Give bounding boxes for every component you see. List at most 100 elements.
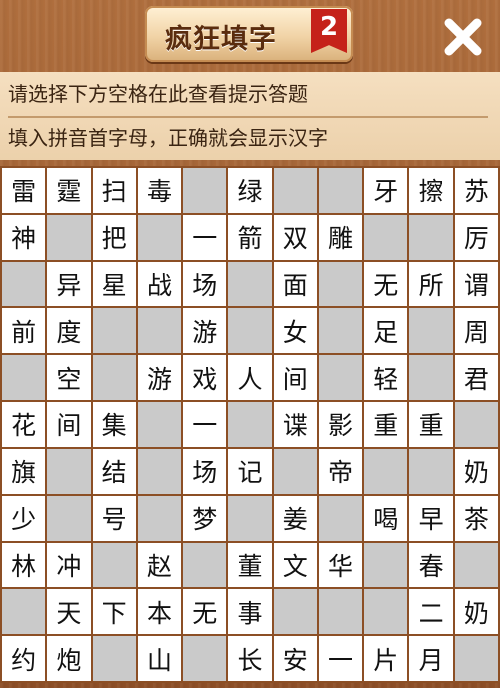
grid-cell[interactable]: 结 — [92, 448, 136, 494]
blank-cell[interactable] — [228, 402, 272, 447]
grid-cell[interactable]: 花 — [2, 402, 46, 447]
grid-cell[interactable]: 二 — [409, 589, 453, 635]
grid-cell[interactable]: 场 — [183, 448, 227, 494]
grid-cell[interactable]: 赵 — [137, 542, 182, 588]
grid-cell[interactable]: 事 — [228, 589, 272, 635]
blank-cell[interactable] — [92, 308, 136, 354]
grid-cell[interactable]: 奶 — [454, 589, 498, 635]
grid-cell[interactable]: 帝 — [318, 448, 363, 494]
blank-cell[interactable] — [183, 636, 227, 681]
grid-cell[interactable]: 人 — [228, 355, 272, 401]
grid-cell[interactable]: 霆 — [47, 168, 91, 213]
blank-cell[interactable] — [409, 214, 453, 260]
grid-cell[interactable]: 长 — [228, 636, 272, 681]
blank-cell[interactable] — [318, 261, 363, 307]
blank-cell[interactable] — [228, 261, 272, 307]
grid-cell[interactable]: 君 — [454, 355, 498, 401]
grid-cell[interactable]: 集 — [92, 402, 136, 447]
blank-cell[interactable] — [92, 542, 136, 588]
blank-cell[interactable] — [409, 308, 453, 354]
grid-cell[interactable]: 谍 — [273, 402, 317, 447]
grid-cell[interactable]: 把 — [92, 214, 136, 260]
grid-cell[interactable]: 间 — [273, 355, 317, 401]
grid-cell[interactable]: 下 — [92, 589, 136, 635]
grid-cell[interactable]: 一 — [318, 636, 363, 681]
grid-cell[interactable]: 文 — [273, 542, 317, 588]
blank-cell[interactable] — [454, 542, 498, 588]
blank-cell[interactable] — [364, 448, 408, 494]
blank-cell[interactable] — [364, 214, 408, 260]
grid-cell[interactable]: 喝 — [364, 495, 408, 541]
grid-cell[interactable]: 战 — [137, 261, 182, 307]
blank-cell[interactable] — [409, 355, 453, 401]
grid-cell[interactable]: 安 — [273, 636, 317, 681]
blank-cell[interactable] — [228, 495, 272, 541]
grid-cell[interactable]: 异 — [47, 261, 91, 307]
grid-cell[interactable]: 扫 — [92, 168, 136, 213]
blank-cell[interactable] — [318, 308, 363, 354]
blank-cell[interactable] — [183, 168, 227, 213]
grid-cell[interactable]: 箭 — [228, 214, 272, 260]
close-button[interactable] — [440, 14, 486, 60]
grid-cell[interactable]: 姜 — [273, 495, 317, 541]
blank-cell[interactable] — [183, 542, 227, 588]
grid-cell[interactable]: 少 — [2, 495, 46, 541]
grid-cell[interactable]: 轻 — [364, 355, 408, 401]
blank-cell[interactable] — [273, 448, 317, 494]
grid-cell[interactable]: 双 — [273, 214, 317, 260]
grid-cell[interactable]: 厉 — [454, 214, 498, 260]
grid-cell[interactable]: 毒 — [137, 168, 182, 213]
blank-cell[interactable] — [92, 636, 136, 681]
blank-cell[interactable] — [2, 261, 46, 307]
grid-cell[interactable]: 重 — [409, 402, 453, 447]
blank-cell[interactable] — [273, 589, 317, 635]
grid-cell[interactable]: 苏 — [454, 168, 498, 213]
blank-cell[interactable] — [137, 495, 182, 541]
grid-cell[interactable]: 雷 — [2, 168, 46, 213]
grid-cell[interactable]: 茶 — [454, 495, 498, 541]
grid-cell[interactable]: 星 — [92, 261, 136, 307]
grid-cell[interactable]: 雕 — [318, 214, 363, 260]
blank-cell[interactable] — [454, 636, 498, 681]
grid-cell[interactable]: 奶 — [454, 448, 498, 494]
blank-cell[interactable] — [318, 495, 363, 541]
grid-cell[interactable]: 擦 — [409, 168, 453, 213]
grid-cell[interactable]: 绿 — [228, 168, 272, 213]
grid-cell[interactable]: 无 — [364, 261, 408, 307]
blank-cell[interactable] — [137, 308, 182, 354]
grid-cell[interactable]: 面 — [273, 261, 317, 307]
grid-cell[interactable]: 戏 — [183, 355, 227, 401]
grid-cell[interactable]: 无 — [183, 589, 227, 635]
grid-cell[interactable]: 炮 — [47, 636, 91, 681]
grid-cell[interactable]: 游 — [137, 355, 182, 401]
blank-cell[interactable] — [318, 589, 363, 635]
grid-cell[interactable]: 约 — [2, 636, 46, 681]
blank-cell[interactable] — [137, 402, 182, 447]
blank-cell[interactable] — [92, 355, 136, 401]
grid-cell[interactable]: 牙 — [364, 168, 408, 213]
blank-cell[interactable] — [364, 589, 408, 635]
grid-cell[interactable]: 林 — [2, 542, 46, 588]
grid-cell[interactable]: 冲 — [47, 542, 91, 588]
grid-cell[interactable]: 游 — [183, 308, 227, 354]
grid-cell[interactable]: 重 — [364, 402, 408, 447]
blank-cell[interactable] — [47, 214, 91, 260]
grid-cell[interactable]: 前 — [2, 308, 46, 354]
grid-cell[interactable]: 早 — [409, 495, 453, 541]
grid-cell[interactable]: 一 — [183, 214, 227, 260]
grid-cell[interactable]: 片 — [364, 636, 408, 681]
blank-cell[interactable] — [47, 495, 91, 541]
grid-cell[interactable]: 间 — [47, 402, 91, 447]
grid-cell[interactable]: 华 — [318, 542, 363, 588]
blank-cell[interactable] — [409, 448, 453, 494]
grid-cell[interactable]: 本 — [137, 589, 182, 635]
grid-cell[interactable]: 谓 — [454, 261, 498, 307]
grid-cell[interactable]: 天 — [47, 589, 91, 635]
grid-cell[interactable]: 所 — [409, 261, 453, 307]
grid-cell[interactable]: 旗 — [2, 448, 46, 494]
grid-cell[interactable]: 周 — [454, 308, 498, 354]
grid-cell[interactable]: 女 — [273, 308, 317, 354]
grid-cell[interactable]: 董 — [228, 542, 272, 588]
blank-cell[interactable] — [318, 168, 363, 213]
blank-cell[interactable] — [137, 448, 182, 494]
